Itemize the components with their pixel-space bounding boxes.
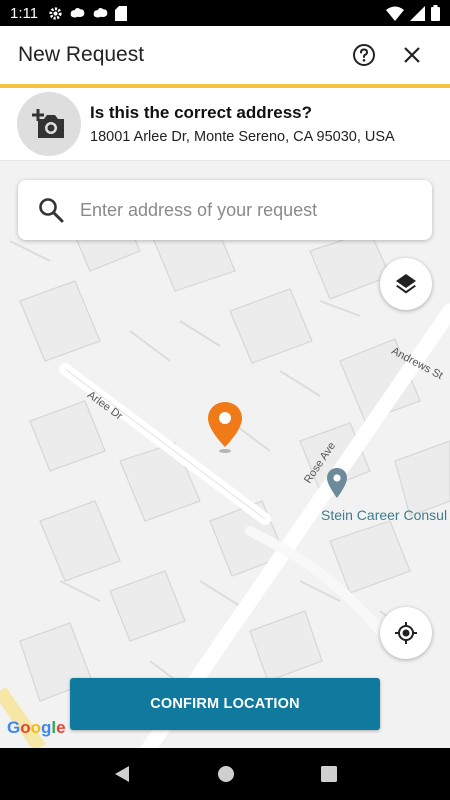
system-icons: [386, 5, 440, 21]
search-icon: [39, 198, 64, 223]
status-bar: 1:11: [0, 0, 450, 26]
layers-icon: [396, 274, 416, 294]
help-circle-icon: [353, 44, 375, 66]
cloud-icon: [70, 8, 85, 18]
search-input[interactable]: [80, 199, 410, 221]
add-photo-icon: [32, 109, 64, 138]
search-bar[interactable]: [18, 180, 432, 240]
close-icon: [404, 47, 420, 63]
battery-icon: [431, 5, 440, 21]
poi-pin-icon: [327, 468, 347, 498]
google-logo-letter: o: [30, 718, 42, 737]
cloud-icon: [93, 8, 108, 18]
google-logo-letter: o: [20, 718, 31, 737]
map-view[interactable]: Arlee Dr Rose Ave Andrews St Stein Caree…: [0, 161, 450, 748]
my-location-icon: [395, 622, 417, 644]
home-icon[interactable]: [217, 765, 235, 783]
app-bar: New Request: [0, 26, 450, 84]
address-confirmation-card: Is this the correct address? 18001 Arlee…: [0, 88, 450, 161]
sd-card-icon: [115, 5, 128, 21]
cellular-icon: [410, 5, 425, 21]
navigation-bar: [0, 748, 450, 800]
google-logo-letter: g: [41, 718, 52, 737]
add-photo-button[interactable]: [17, 92, 81, 156]
location-pin[interactable]: [207, 401, 243, 458]
poi-label[interactable]: Stein Career Consul: [321, 507, 447, 523]
wifi-icon: [386, 6, 404, 21]
address-question: Is this the correct address?: [90, 103, 313, 122]
recents-icon[interactable]: [321, 766, 337, 782]
poi-marker[interactable]: [326, 467, 348, 504]
back-icon[interactable]: [113, 765, 131, 783]
map-pin-icon: [208, 402, 242, 453]
close-button[interactable]: [392, 35, 432, 75]
address-value: 18001 Arlee Dr, Monte Sereno, CA 95030, …: [90, 129, 395, 145]
page-title: New Request: [18, 43, 145, 66]
gear-icon: [49, 6, 62, 20]
google-logo-letter: G: [7, 718, 21, 737]
address-text: Is this the correct address? 18001 Arlee…: [90, 103, 395, 145]
my-location-button[interactable]: [380, 607, 432, 659]
google-logo: Google: [7, 718, 66, 738]
map-layers-button[interactable]: [380, 258, 432, 310]
google-logo-letter: e: [56, 718, 66, 737]
help-button[interactable]: [344, 35, 384, 75]
confirm-location-button[interactable]: CONFIRM LOCATION: [70, 678, 380, 730]
notification-icons: [48, 5, 128, 21]
status-time: 1:11: [10, 4, 39, 22]
